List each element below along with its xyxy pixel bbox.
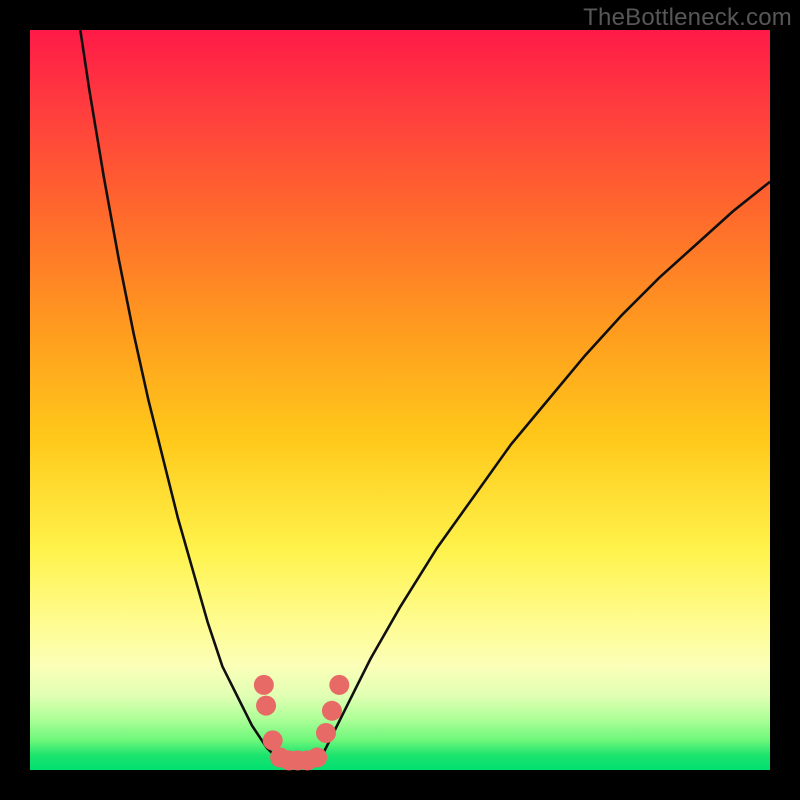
chart-svg — [30, 30, 770, 770]
data-marker — [254, 675, 274, 695]
data-marker — [263, 730, 283, 750]
data-marker — [256, 696, 276, 716]
data-marker — [307, 747, 327, 767]
data-marker — [329, 675, 349, 695]
marker-group — [254, 675, 349, 770]
curve-right — [319, 182, 770, 758]
data-marker — [316, 723, 336, 743]
curve-left — [80, 30, 278, 757]
chart-frame: TheBottleneck.com — [0, 0, 800, 800]
data-marker — [322, 701, 342, 721]
watermark-text: TheBottleneck.com — [583, 4, 792, 32]
plot-area — [30, 30, 770, 770]
